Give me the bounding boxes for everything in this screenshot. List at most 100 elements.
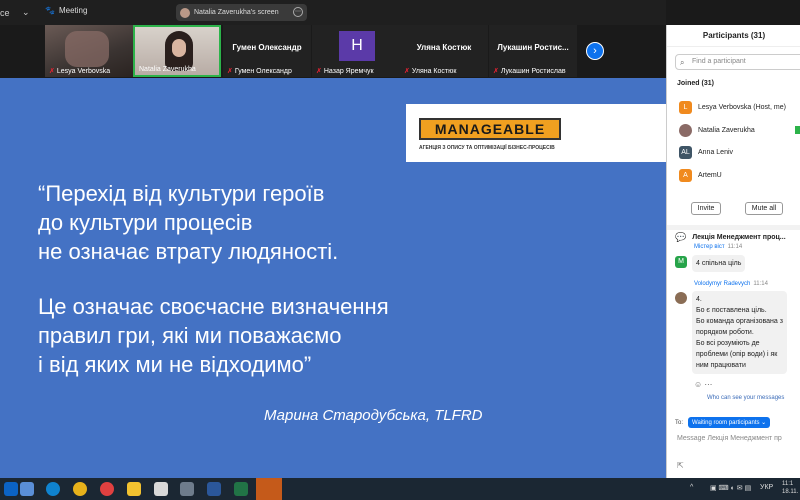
quote-author: Марина Стародубська, TLFRD [264,407,483,424]
video-image [65,31,109,67]
participant-name: Lesya Verbovska [56,67,111,75]
video-tile[interactable]: H ✗ Назар Яремчук [312,25,400,77]
pdf-icon[interactable] [154,482,168,496]
zoom-taskbar-icon[interactable] [256,478,282,500]
panel-divider [667,225,800,230]
participant-row[interactable]: A ArtemU [679,168,722,182]
participants-title: Participants (31) [667,25,800,47]
chat-message: 4. Бо є поставлена ціль. Бо команда орга… [692,291,787,374]
find-participant-input[interactable]: ⌕ Find a participant [675,54,800,70]
video-tile[interactable]: Уляна Костюк ✗ Уляна Костюк [400,25,488,77]
participant-row[interactable]: AL Anna Leniv [679,145,733,159]
quote-part-1: “Перехід від культури героїв до культури… [38,179,338,266]
clock[interactable]: 11:1 18.11. [782,480,798,496]
word-icon[interactable] [207,482,221,496]
invite-button[interactable]: Invite [691,202,721,215]
participant-avatar [679,123,692,137]
store-icon[interactable] [180,482,194,496]
start-icon[interactable] [4,482,18,496]
search-placeholder: Find a participant [692,58,746,65]
keyboard-language[interactable]: УКР [760,484,773,491]
logo-subtitle: АГЕНЦІЯ З ОПИСУ ТА ОПТИМІЗАЦІЇ БІЗНЕС-ПР… [419,145,555,151]
chat-sender: Містер віст 11:14 [694,244,743,250]
participant-row[interactable]: L Lesya Verbovska (Host, me) [679,100,786,114]
mute-all-button[interactable]: Mute all [745,202,783,215]
tile-center-name: Уляна Костюк [416,43,472,52]
screen-share-indicator[interactable]: Natalia Zaverukha's screen ⋯ [176,4,307,21]
video-tile[interactable]: Лукашин Ростис... ✗ Лукашин Ростислав [489,25,577,77]
right-panel: Participants (31) ⌕ Find a participant J… [666,25,800,478]
participant-avatar: AL [679,145,692,159]
joined-section-label[interactable]: Joined (31) [677,80,714,87]
participant-avatar: A [679,168,692,182]
sender-avatar: M [675,256,687,268]
excel-icon[interactable] [234,482,248,496]
edge-icon[interactable] [46,482,60,496]
quote-part-2: Це означає своєчасне визначення правил г… [38,292,389,379]
tile-center-name: Гумен Олександр [232,43,302,52]
chat-message-input[interactable]: Message Лекція Менеджмент пр [677,435,782,442]
mic-muted-icon: ✗ [227,68,233,75]
chrome-icon[interactable] [73,482,87,496]
app-title-fragment: ce [0,8,10,18]
video-tile[interactable]: ✗ Lesya Verbovska [45,25,133,77]
participant-row[interactable]: Natalia Zaverukha [679,123,755,137]
mic-muted-icon: ✗ [404,68,410,75]
video-on-indicator [795,126,800,134]
more-options-icon[interactable]: ⋯ [293,7,303,17]
file-explorer-icon[interactable] [127,482,141,496]
chat-header: 💬 Лекція Менеджмент проц... [675,232,786,243]
chat-recipient-row: To: Waiting room participants ⌄ [675,417,771,428]
reaction-icon[interactable]: ☺ ⋯ [694,380,712,389]
opera-icon[interactable] [100,482,114,496]
manageable-logo: MANAGEABLE [419,118,561,140]
chat-sender: Volodymyr Radevych 11:14 [694,281,768,287]
participant-avatar: H [339,31,375,61]
chat-icon: 💬 [675,232,687,242]
mic-muted-icon: ✗ [316,68,322,75]
logo-box: MANAGEABLE АГЕНЦІЯ З ОПИСУ ТА ОПТИМІЗАЦІ… [406,104,666,162]
meeting-menu[interactable]: 🐾 Meeting [45,6,87,15]
participant-name: Natalia Zaverukha [698,126,755,134]
tray-chevron-icon[interactable]: ^ [690,484,693,491]
video-tile[interactable]: Гумен Олександр ✗ Гумен Олександр [223,25,311,77]
paw-icon: 🐾 [45,6,55,15]
search-icon: ⌕ [680,58,685,67]
quote-line: правил гри, які ми поважаємо [38,323,342,348]
taskbar: ^ ▣ ⌨ ◐ ✉ ▤ УКР 11:1 18.11. [0,478,800,500]
video-tile-active-speaker[interactable]: Natalia Zaverukha [133,25,221,77]
video-strip: ✗ Lesya Verbovska Natalia Zaverukha Гумен… [0,25,666,78]
tray-icons[interactable]: ▣ ⌨ ◐ ✉ ▤ [710,484,751,492]
meeting-label: Meeting [58,6,88,15]
chat-title: Лекція Менеджмент проц... [692,234,786,241]
participant-name: Лукашин Ростислав [500,67,566,75]
video-image [165,31,193,71]
photos-app-icon[interactable] [20,482,34,496]
to-label: To: [675,419,684,426]
participant-name: ArtemU [698,171,722,179]
who-can-see-link[interactable]: Who can see your messages [707,395,784,401]
screen: ce ⌄ 🐾 Meeting Natalia Zaverukha's scree… [0,0,800,500]
share-label: Natalia Zaverukha's screen [194,9,279,16]
shared-slide: MANAGEABLE АГЕНЦІЯ З ОПИСУ ТА ОПТИМІЗАЦІ… [0,78,666,478]
participant-name: Гумен Олександр [234,67,292,75]
chevron-right-icon[interactable]: › [586,42,604,60]
quote-line: не означає втрату людяності. [38,239,339,264]
sharer-avatar [180,7,190,18]
participant-avatar: L [679,100,692,114]
quote-line: і від яких ми не відходимо” [38,352,312,377]
chevron-down-icon[interactable]: ⌄ [22,7,30,18]
quote-line: до культури процесів [38,210,253,235]
recipient-dropdown[interactable]: Waiting room participants ⌄ [688,417,771,428]
participant-name: Lesya Verbovska (Host, me) [698,103,786,111]
participant-name: Назар Яремчук [323,67,374,75]
participant-name: Уляна Костюк [411,67,457,75]
mic-muted-icon: ✗ [493,68,499,75]
participant-name: Anna Leniv [698,148,734,156]
top-bar: ce ⌄ 🐾 Meeting Natalia Zaverukha's scree… [0,0,666,25]
chat-message: 4 спільна ціль [692,255,746,272]
sender-avatar [675,292,687,304]
tile-center-name: Лукашин Ростис... [497,43,569,52]
file-share-icon[interactable]: ⇱ [677,461,684,470]
quote-line: “Перехід від культури героїв [38,181,325,206]
